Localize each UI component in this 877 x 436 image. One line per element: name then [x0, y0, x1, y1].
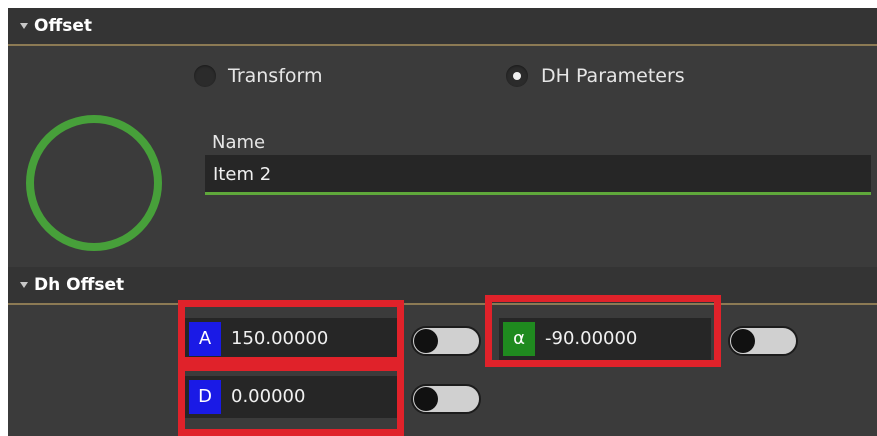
transform-radio-label[interactable]: Transform: [228, 65, 323, 87]
alpha-highlight-box: [485, 295, 721, 367]
circle-outline-icon: [26, 115, 162, 251]
a-highlight-box: [178, 300, 404, 364]
dh-offset-section-header[interactable]: Dh Offset: [8, 267, 877, 305]
toggle-knob-icon: [731, 329, 755, 353]
name-label: Name: [212, 132, 266, 153]
collapse-triangle-icon[interactable]: [20, 282, 28, 288]
transform-radio[interactable]: [194, 65, 216, 87]
dh-parameters-radio-label[interactable]: DH Parameters: [541, 65, 685, 87]
d-toggle[interactable]: [411, 384, 481, 414]
dh-parameters-radio[interactable]: [506, 65, 528, 87]
toggle-knob-icon: [414, 387, 438, 411]
dh-offset-section-title: Dh Offset: [34, 275, 125, 295]
toggle-knob-icon: [414, 329, 438, 353]
name-input[interactable]: Item 2: [205, 155, 871, 195]
a-toggle[interactable]: [411, 326, 481, 356]
offset-section-title: Offset: [34, 16, 92, 36]
properties-panel: Offset Transform DH Parameters Name Item…: [8, 8, 877, 436]
collapse-triangle-icon[interactable]: [20, 23, 28, 29]
d-highlight-box: [178, 364, 404, 436]
offset-section-header[interactable]: Offset: [8, 8, 877, 46]
alpha-toggle[interactable]: [728, 326, 798, 356]
